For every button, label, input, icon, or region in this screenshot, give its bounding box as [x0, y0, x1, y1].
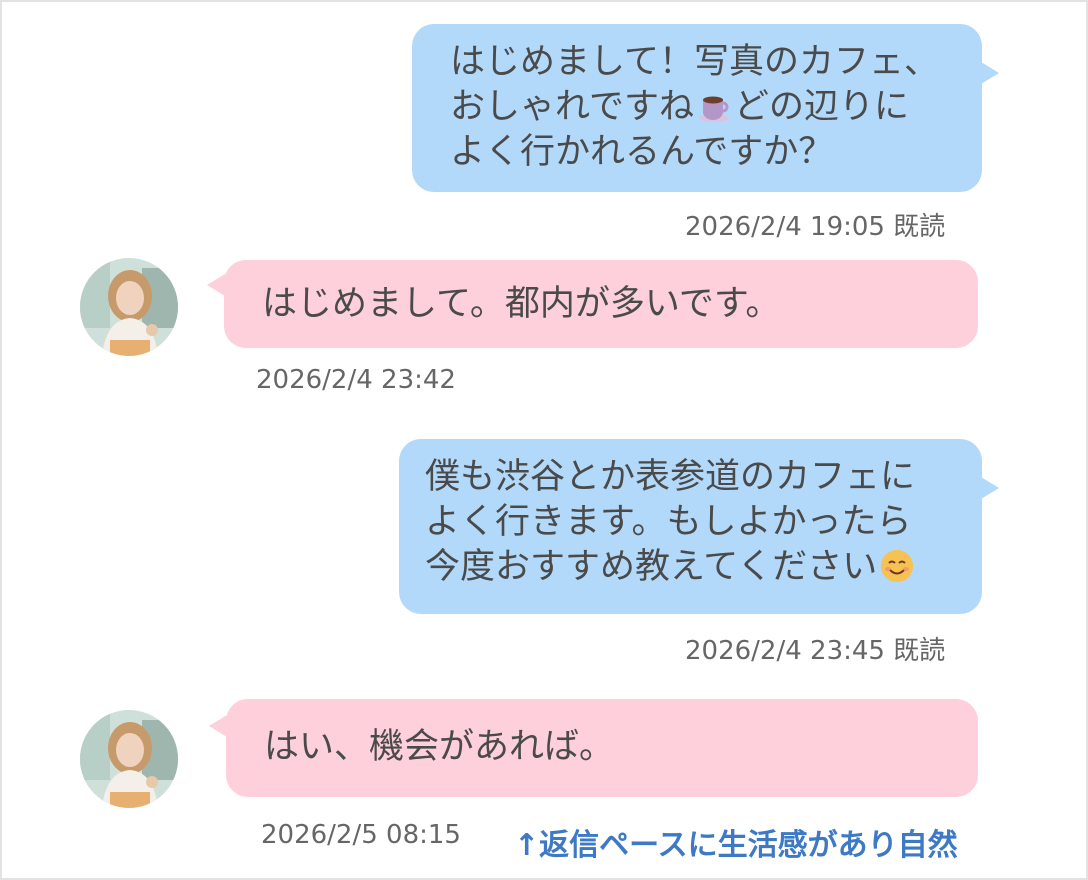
timestamp: 2026/2/5 08:15 — [261, 820, 461, 850]
message-text: はじめまして。都内が多いです。 — [262, 284, 781, 324]
message-text: はじめまして！写真のカフェ、 おしゃれですね どの辺りに よく行かれるんですか？ — [450, 42, 939, 172]
message-text: 僕も渋谷とか表参道のカフェに よく行きます。もしよかったら 今度おすすめ教えてく… — [425, 457, 916, 587]
coffee-emoji-icon — [698, 96, 729, 122]
bubble-tail — [209, 715, 227, 737]
sent-message-bubble: 僕も渋谷とか表参道のカフェに よく行きます。もしよかったら 今度おすすめ教えてく… — [399, 439, 999, 614]
received-message-bubble: はい、機会があれば。 — [209, 699, 978, 797]
smiling-face-emoji-icon — [881, 550, 914, 582]
annotation-note: ↑返信ペースに生活感があり自然 — [514, 828, 958, 863]
sent-message-bubble: はじめまして！写真のカフェ、 おしゃれですね どの辺りに よく行かれるんですか？ — [412, 24, 999, 192]
bubble-tail — [981, 62, 999, 84]
chat-screenshot-frame: はじめまして！写真のカフェ、 おしゃれですね どの辺りに よく行かれるんですか？ … — [0, 0, 1088, 880]
read-status: 既読 — [893, 636, 946, 666]
bubble-tail — [207, 274, 225, 296]
timestamp: 2026/2/4 19:05 — [685, 212, 885, 242]
message-meta: 2026/2/4 23:45 既読 — [685, 630, 945, 667]
timestamp: 2026/2/4 23:42 — [256, 365, 456, 395]
message-meta: 2026/2/4 19:05 既読 — [685, 206, 945, 243]
message-text: はい、機会があれば。 — [264, 727, 615, 767]
bubble-tail — [981, 477, 999, 499]
read-status: 既読 — [893, 212, 946, 242]
timestamp: 2026/2/4 23:45 — [685, 636, 885, 666]
profile-photo-avatar[interactable] — [80, 710, 178, 808]
received-message-bubble: はじめまして。都内が多いです。 — [207, 260, 978, 348]
profile-photo-avatar[interactable] — [80, 258, 178, 356]
